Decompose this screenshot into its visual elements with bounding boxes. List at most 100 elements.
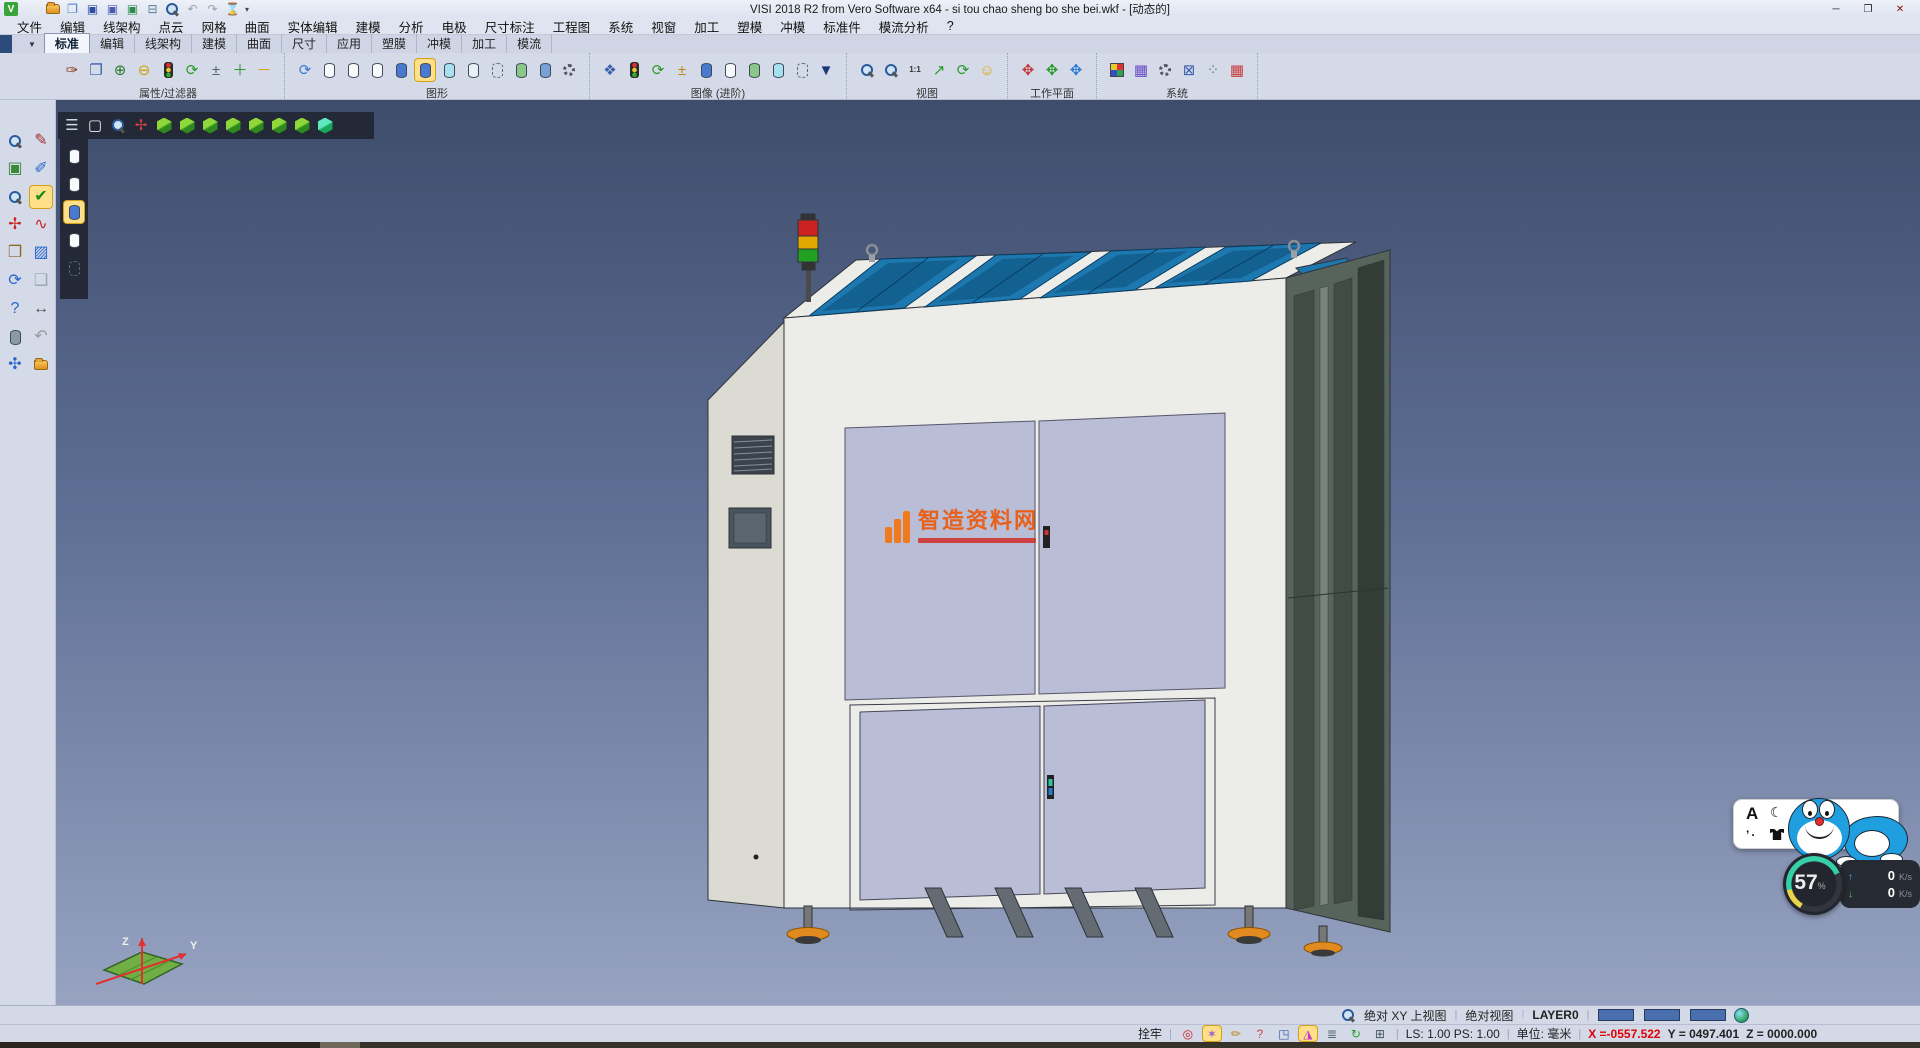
- display-mode-5-icon[interactable]: [64, 257, 84, 279]
- graphics-settings-icon[interactable]: [559, 59, 579, 81]
- pyramid-icon[interactable]: ◮: [1299, 1026, 1317, 1041]
- wand-icon[interactable]: ✶: [1203, 1026, 1221, 1041]
- menu-item-视窗[interactable]: 视窗: [642, 17, 685, 36]
- undo-icon[interactable]: ↶: [184, 1, 201, 17]
- workplane-3pt-icon[interactable]: ✥: [1066, 59, 1086, 81]
- view-bottom-icon[interactable]: [292, 115, 312, 137]
- toggle-visibility-icon[interactable]: ±: [206, 59, 226, 81]
- query-icon[interactable]: ?: [1251, 1026, 1269, 1041]
- hidden-line-style-icon[interactable]: [343, 59, 363, 81]
- menu-item-冲模[interactable]: 冲模: [771, 17, 814, 36]
- upper-door-handle[interactable]: [1043, 526, 1050, 548]
- grid-settings-icon[interactable]: ⊠: [1179, 59, 1199, 81]
- dashed-hidden-style-icon[interactable]: [367, 59, 387, 81]
- tab-冲模[interactable]: 冲模: [417, 34, 462, 53]
- dynamic-style-icon[interactable]: [511, 59, 531, 81]
- menu-item-加工[interactable]: 加工: [685, 17, 728, 36]
- advanced-refresh-icon[interactable]: ⟳: [648, 59, 668, 81]
- trash-icon[interactable]: [4, 326, 26, 348]
- open-recent-icon[interactable]: ❐: [64, 1, 81, 17]
- machine-left-panel[interactable]: [708, 322, 784, 908]
- adv-mesh-icon[interactable]: [792, 59, 812, 81]
- layer-swatch[interactable]: [1598, 1009, 1634, 1021]
- menu-item-?[interactable]: ?: [938, 19, 963, 33]
- machine-lower-doors[interactable]: [850, 698, 1215, 910]
- zoom-1to1-icon[interactable]: 1:1: [905, 59, 925, 81]
- shaded-style-icon[interactable]: [391, 59, 411, 81]
- zoom-sphere-icon[interactable]: [108, 115, 128, 137]
- view-front-icon[interactable]: [200, 115, 220, 137]
- display-mode-2-icon[interactable]: [64, 173, 84, 195]
- view-top-icon[interactable]: [177, 115, 197, 137]
- refresh-view-icon[interactable]: ⟳: [953, 59, 973, 81]
- ime-moon-icon[interactable]: ☾: [1770, 804, 1783, 821]
- machine-model[interactable]: [56, 100, 1920, 1005]
- workplane-view-icon[interactable]: ✥: [1018, 59, 1038, 81]
- import-box-icon[interactable]: ◳: [1275, 1026, 1293, 1041]
- reference-icon[interactable]: ◎: [1179, 1026, 1197, 1041]
- spline-icon[interactable]: ∿: [30, 214, 52, 236]
- save-icon[interactable]: ▣: [84, 1, 101, 17]
- view-plane-label[interactable]: 绝对 XY 上视图: [1364, 1007, 1446, 1024]
- view-mode-label[interactable]: 绝对视图: [1465, 1007, 1513, 1024]
- open-model-icon[interactable]: [30, 354, 52, 376]
- layers-stack-icon[interactable]: ≣: [1323, 1026, 1341, 1041]
- flat-style-icon[interactable]: [463, 59, 483, 81]
- pan-icon[interactable]: ↗: [929, 59, 949, 81]
- menu-item-系统[interactable]: 系统: [599, 17, 642, 36]
- display-settings-icon[interactable]: ▦: [1131, 59, 1151, 81]
- undo-step-icon[interactable]: ↶: [30, 326, 52, 348]
- display-mode-4-icon[interactable]: [64, 229, 84, 251]
- 3d-viewport[interactable]: ☰▢✢ 智造资料网 Z Y A: [56, 100, 1920, 1005]
- viewports-icon[interactable]: ⊞: [1371, 1026, 1389, 1041]
- measure-icon[interactable]: ↔: [30, 298, 52, 320]
- fit-view-icon[interactable]: ▢: [85, 115, 105, 137]
- color-palette-icon[interactable]: [1107, 59, 1127, 81]
- usage-gauge[interactable]: 57%: [1783, 853, 1845, 915]
- add-to-view-icon[interactable]: ＋: [230, 59, 250, 81]
- tab-加工[interactable]: 加工: [462, 34, 507, 53]
- delete-sketch-icon[interactable]: ✎: [30, 130, 52, 152]
- transparent-style-icon[interactable]: [439, 59, 459, 81]
- zoom-window-icon[interactable]: [881, 59, 901, 81]
- tab-线架构[interactable]: 线架构: [135, 34, 192, 53]
- menu-item-塑模[interactable]: 塑模: [728, 17, 771, 36]
- render-options-icon[interactable]: [535, 59, 555, 81]
- adv-wire-icon[interactable]: [720, 59, 740, 81]
- system-tools-icon[interactable]: [1155, 59, 1175, 81]
- network-speed-widget[interactable]: ↑ 0 K/s ↓ 0 K/s: [1840, 860, 1920, 908]
- zoom-view-icon[interactable]: [4, 130, 26, 152]
- save-all-icon[interactable]: ▣: [124, 1, 141, 17]
- view-iso-se-icon[interactable]: [315, 115, 335, 137]
- menu-item-标准件[interactable]: 标准件: [814, 17, 870, 36]
- tab-尺寸[interactable]: 尺寸: [282, 34, 327, 53]
- selection-filter-icon[interactable]: ✔: [30, 186, 52, 208]
- print-icon[interactable]: ⊟: [144, 1, 161, 17]
- tab-塑膜[interactable]: 塑膜: [372, 34, 417, 53]
- regen-icon[interactable]: ⟳: [4, 270, 26, 292]
- quick-access-dropdown-icon[interactable]: ▾: [245, 5, 249, 14]
- axis-view-icon[interactable]: ✢: [131, 115, 151, 137]
- ime-punctuation-button[interactable]: ’·: [1746, 828, 1757, 842]
- layer-swatch[interactable]: [1644, 1009, 1680, 1021]
- view-back-icon[interactable]: [223, 115, 243, 137]
- layer-swatch[interactable]: [1690, 1009, 1726, 1021]
- tab-建模[interactable]: 建模: [192, 34, 237, 53]
- close-button[interactable]: ✕: [1884, 1, 1916, 17]
- refresh-visibility-icon[interactable]: ⟳: [182, 59, 202, 81]
- view-orientation-icon[interactable]: ☺: [977, 59, 997, 81]
- open-file-icon[interactable]: [44, 1, 61, 17]
- tab-标准[interactable]: 标准: [44, 33, 90, 53]
- app-logo[interactable]: V: [4, 2, 18, 16]
- adv-check-icon[interactable]: [744, 59, 764, 81]
- snap-settings-icon[interactable]: ⁘: [1203, 59, 1223, 81]
- display-mode-3-icon[interactable]: [64, 201, 84, 223]
- calculator-icon[interactable]: ▦: [1227, 59, 1247, 81]
- regen-graphics-icon[interactable]: ⟳: [295, 59, 315, 81]
- machine-upper-doors[interactable]: [845, 413, 1225, 700]
- advanced-view-icon[interactable]: ❖: [600, 59, 620, 81]
- lock-label[interactable]: 拴牢: [1138, 1025, 1162, 1042]
- show-entities-icon[interactable]: ⊕: [110, 59, 130, 81]
- hide-entities-icon[interactable]: ⊖: [134, 59, 154, 81]
- lower-door-handle[interactable]: [1047, 775, 1054, 799]
